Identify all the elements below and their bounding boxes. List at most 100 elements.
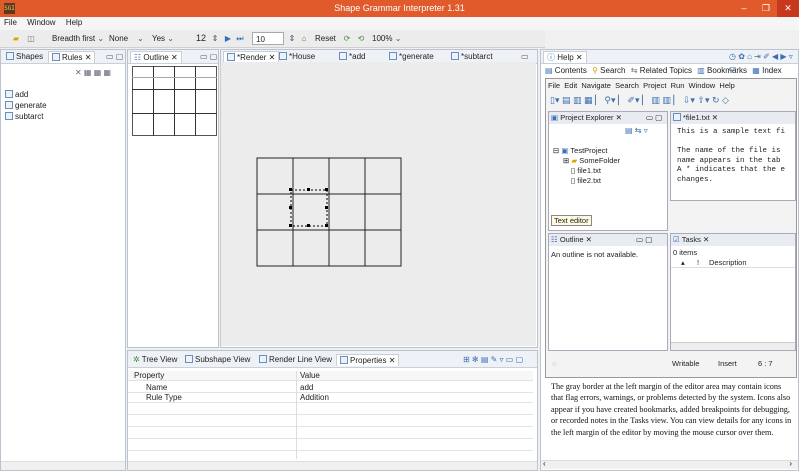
house-icon[interactable]: ⌂ [298, 32, 310, 45]
option-select[interactable]: Yes ⌄ [152, 32, 174, 45]
status-writable: Writable [672, 359, 700, 368]
close-button[interactable]: ✕ [777, 0, 799, 17]
tab-subshape-view[interactable]: Subshape View [182, 354, 253, 366]
tab-rules[interactable]: Rules ✕ [48, 51, 96, 63]
step-icon[interactable]: ⏭ [234, 32, 246, 45]
grid-shape [256, 157, 402, 267]
search-sep-select[interactable]: None [109, 32, 128, 45]
horizontal-scrollbar[interactable]: ‹ › [541, 459, 798, 469]
editor-line: This is a sample text fi [677, 128, 786, 136]
minimize-button[interactable]: – [733, 0, 755, 17]
list-item[interactable]: generate [5, 101, 47, 111]
project-icon: ▣ [561, 146, 569, 155]
list-item[interactable]: add [5, 90, 28, 100]
render-canvas[interactable] [220, 62, 536, 346]
bookmarks-link[interactable]: ▥ Bookmarks [697, 66, 747, 75]
zoom-select[interactable]: 100% ⌄ [372, 32, 401, 45]
outline-pane-header: ☷ Outline ✕ ▭ ▢ [128, 50, 218, 64]
tab-outline[interactable]: ☷ Outline ✕ [130, 51, 182, 63]
tree-item: ▯ file2.txt [553, 176, 620, 186]
maximize-button[interactable]: ❐ [755, 0, 777, 17]
table-row [128, 405, 533, 415]
minimize-view-icon[interactable]: ▭ ▢ [200, 51, 217, 63]
tab-house-label: *House [289, 52, 316, 61]
tasks-count: 0 items [673, 248, 698, 257]
table-row[interactable]: Name add [128, 383, 533, 393]
search-link[interactable]: ⚲ Search [592, 66, 625, 75]
minimize-view-icon[interactable]: ▭ ▢ [106, 51, 123, 63]
chevron-down-icon[interactable]: ⌄ [137, 32, 144, 45]
search-sep-value: None [109, 34, 129, 43]
text-file-icon [673, 113, 681, 121]
bookmarks-icon: ▥ [697, 66, 705, 75]
steps-input[interactable]: 10 [252, 32, 284, 45]
close-icon[interactable]: ✕ [85, 53, 92, 62]
horizontal-scrollbar[interactable] [1, 461, 125, 470]
contents-link[interactable]: ▤ Contents [545, 66, 587, 75]
zoom-value: 100% [372, 34, 393, 43]
index-link[interactable]: ▦ Index [752, 66, 781, 75]
scroll-right-icon[interactable]: › [789, 459, 792, 468]
table-header: Property Value [128, 371, 533, 381]
option-value: Yes [152, 34, 166, 43]
window-title: Shape Grammar Interpreter 1.31 [334, 3, 465, 13]
count-value[interactable]: 12 [196, 32, 206, 45]
tab-shapes[interactable]: Shapes [3, 51, 46, 63]
open-file-icon[interactable]: ◫ [25, 32, 37, 45]
help-icon: ⓘ [547, 53, 555, 62]
menu-window[interactable]: Window [23, 17, 59, 27]
tab-help[interactable]: ⓘ Help ✕ [543, 51, 587, 63]
tab-add-label: *add [349, 52, 366, 61]
close-icon[interactable]: ✕ [171, 53, 178, 62]
tab-help-label: Help [557, 53, 574, 62]
undo-icon[interactable]: ⟲ [355, 32, 367, 45]
inner-editor-tab-label: *file1.txt [683, 113, 710, 122]
close-icon[interactable]: ✕ [389, 356, 396, 365]
close-icon[interactable]: ✕ [269, 53, 276, 62]
editor-line: A * indicates that the e [677, 166, 786, 174]
tab-subtarct-label: *subtarct [461, 52, 493, 61]
tab-tree-view[interactable]: ✲ Tree View [130, 354, 180, 366]
reset-button[interactable]: Reset [315, 32, 336, 45]
outline-thumbnail [132, 66, 217, 136]
open-folder-icon[interactable]: ▰ [10, 32, 22, 45]
refresh-icon[interactable]: ⟳ [341, 32, 353, 45]
tab-properties[interactable]: Properties ✕ [336, 354, 400, 366]
rules-toolbar-icons[interactable]: ✕ ▦ ▦ ▦ [75, 67, 111, 79]
play-icon[interactable]: ▶ [222, 32, 234, 45]
close-icon[interactable]: ✕ [576, 53, 583, 62]
contents-label: Contents [554, 66, 587, 75]
properties-toolbar-icons[interactable]: ⊞ ✻ ▤ ✎ ▿ ▭ ▢ [463, 354, 523, 366]
tree-label: SomeFolder [579, 156, 621, 165]
rules-icon [52, 53, 60, 61]
tab-subshape-view-label: Subshape View [195, 355, 251, 364]
horizontal-scrollbar[interactable] [128, 461, 537, 470]
chevron-down-icon: ⌄ [167, 34, 174, 43]
scroll-left-icon[interactable]: ‹ [543, 459, 546, 468]
menu-file[interactable]: File [0, 17, 21, 27]
tree-label: TestProject [570, 146, 608, 155]
tasks-icon: ☑ [673, 235, 680, 244]
add-file-icon [339, 52, 347, 60]
editor-line: The name of the file is [677, 147, 781, 155]
properties-pane-header: ✲ Tree View Subshape View Render Line Vi… [128, 351, 537, 368]
spinner-icon[interactable]: ⇕ [209, 32, 221, 45]
table-row[interactable]: Rule Type Addition [128, 393, 533, 403]
search-mode-select[interactable]: Breadth first ⌄ [52, 32, 104, 45]
spinner-icon[interactable]: ⇕ [286, 32, 298, 45]
chevron-down-icon: ⌄ [394, 34, 402, 43]
column-divider [296, 371, 297, 459]
rule-label: subtarct [15, 112, 44, 121]
inner-explorer-tools-icon: ▤ ⇆ ▿ [625, 126, 648, 135]
related-topics-link[interactable]: ⇆ Related Topics [631, 66, 692, 75]
tab-properties-label: Properties [350, 356, 387, 365]
tab-render-line-view[interactable]: Render Line View [256, 354, 335, 366]
inner-outline: ☷ Outline ✕ ▭ ▢ An outline is not availa… [548, 233, 668, 351]
list-item[interactable]: subtarct [5, 112, 43, 122]
subtarct-file-icon [451, 52, 459, 60]
menu-help[interactable]: Help [62, 17, 86, 27]
menu-bar: File Window Help [0, 17, 799, 30]
tab-shapes-label: Shapes [16, 52, 44, 61]
index-label: Index [762, 66, 782, 75]
inner-editor: *file1.txt ✕ This is a sample text fi The… [670, 111, 796, 201]
